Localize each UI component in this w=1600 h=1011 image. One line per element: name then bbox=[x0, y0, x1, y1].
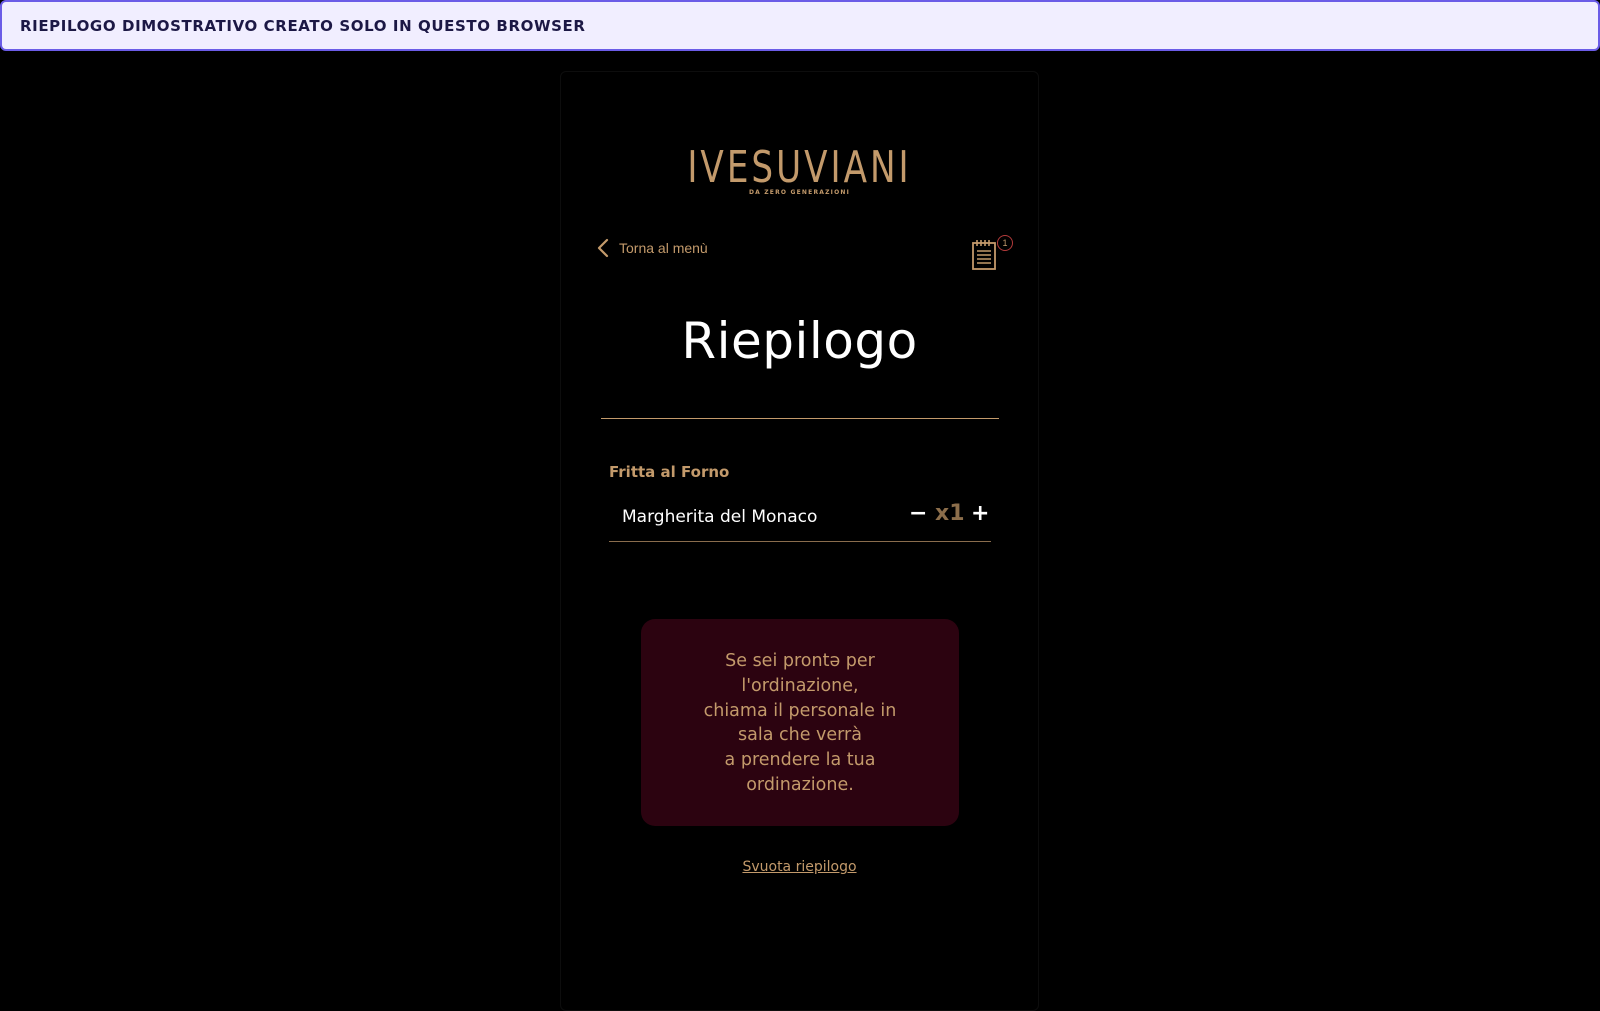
app-frame: IVESUVIANI DA ZERO GENERAZIONI Torna al … bbox=[560, 71, 1039, 1011]
back-to-menu-link[interactable]: Torna al menù bbox=[597, 238, 708, 258]
info-line: Se sei prontə per bbox=[725, 651, 875, 671]
back-to-menu-label: Torna al menù bbox=[619, 240, 708, 256]
chevron-left-icon bbox=[597, 238, 609, 258]
category-label: Fritta al Forno bbox=[609, 463, 730, 481]
info-line: ordinazione. bbox=[746, 774, 854, 795]
order-count-badge: 1 bbox=[997, 235, 1013, 251]
clear-summary-link[interactable]: Svuota riepilogo bbox=[742, 859, 856, 875]
decrease-quantity-button[interactable]: − bbox=[909, 501, 927, 526]
item-quantity: x1 bbox=[935, 501, 965, 526]
brand-logo: IVESUVIANI DA ZERO GENERAZIONI bbox=[561, 141, 1038, 196]
brand-logo-name: IVESUVIANI bbox=[687, 141, 912, 193]
info-line: sala che verrà bbox=[738, 725, 862, 746]
demo-banner-text: RIEPILOGO DIMOSTRATIVO CREATO SOLO IN QU… bbox=[20, 16, 586, 35]
increase-quantity-button[interactable]: + bbox=[971, 501, 989, 526]
info-line: a prendere la tua bbox=[724, 750, 876, 771]
order-summary-button[interactable]: 1 bbox=[969, 235, 1013, 275]
info-line: l'ordinazione, bbox=[741, 675, 859, 696]
demo-banner: RIEPILOGO DIMOSTRATIVO CREATO SOLO IN QU… bbox=[0, 0, 1600, 51]
order-item-row: Margherita del Monaco − x1 + bbox=[609, 497, 991, 542]
clear-summary-row: Svuota riepilogo bbox=[561, 856, 1038, 875]
call-staff-info-box: Se sei prontə per l'ordinazione, chiama … bbox=[641, 619, 959, 826]
title-divider bbox=[601, 418, 999, 419]
page-title: Riepilogo bbox=[681, 312, 918, 370]
notepad-icon bbox=[971, 239, 997, 275]
info-line: chiama il personale in bbox=[703, 700, 897, 721]
order-item-name: Margherita del Monaco bbox=[622, 507, 818, 527]
